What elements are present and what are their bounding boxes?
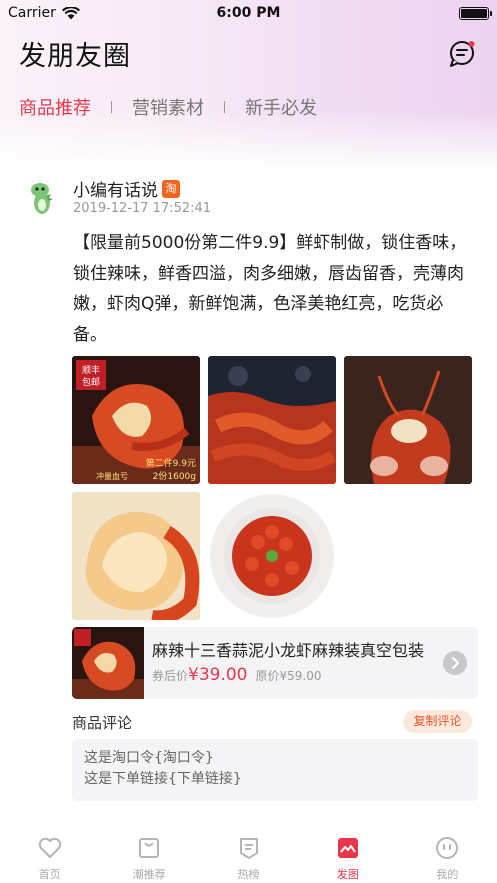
status-bar: Carrier 6:00 PM	[0, 0, 497, 26]
author-name: 小编有话说 淘	[73, 176, 180, 201]
spec-text: 2份1600g	[153, 470, 196, 482]
avatar[interactable]	[20, 176, 62, 218]
promo-text: 第二件9.9元	[146, 457, 196, 469]
author-label: 小编有话说	[73, 181, 158, 201]
original-price-label: 原价	[255, 669, 280, 683]
taobao-badge: 淘	[162, 179, 180, 198]
tab-marketing[interactable]: 营销素材	[132, 94, 204, 120]
image-icon	[337, 838, 358, 858]
badge-text-line1: 顺丰	[82, 364, 100, 376]
message-icon[interactable]	[448, 38, 478, 68]
tab-bar-label: 首页	[38, 868, 61, 881]
tab-divider	[224, 101, 225, 113]
post-timestamp: 2019-12-17 17:52:41	[73, 201, 212, 216]
tab-bar-label: 热榜	[237, 868, 260, 881]
wifi-icon	[61, 6, 80, 19]
product-card[interactable]: 麻辣十三香蒜泥小龙虾麻辣装真空包装 券后价 ¥39.00 原价 ¥59.00	[72, 627, 478, 699]
copy-comment-button[interactable]: 复制评论	[403, 710, 472, 733]
face-icon	[436, 837, 459, 859]
tab-beginner[interactable]: 新手必发	[245, 94, 317, 120]
tab-bar-profile[interactable]: 我的	[398, 826, 497, 883]
product-name: 麻辣十三香蒜泥小龙虾麻辣装真空包装	[152, 641, 425, 660]
original-price: ¥59.00	[279, 669, 322, 683]
tab-recommend[interactable]: 商品推荐	[19, 94, 91, 120]
tab-bar-home[interactable]: 首页	[0, 826, 99, 883]
price-row: 券后价 ¥39.00 原价 ¥59.00	[152, 665, 322, 685]
tab-bar-hot[interactable]: 热榜	[199, 826, 298, 883]
badge-text-line2: 包邮	[82, 376, 100, 388]
comment-box: 这是淘口令{淘口令} 这是下单链接{下单链接}	[72, 739, 478, 801]
tab-bar-post[interactable]: 发图	[298, 826, 397, 883]
coupon-price-label: 券后价	[152, 669, 189, 683]
list-icon	[239, 838, 258, 859]
tab-bar-label: 我的	[436, 868, 459, 881]
comment-section-title: 商品评论	[72, 714, 133, 732]
carrier-label: Carrier	[8, 5, 56, 21]
post-photo-4[interactable]	[72, 492, 200, 620]
post-photo-1[interactable]: 顺丰 包邮 第二件9.9元 2份1600g 冲量血亏	[72, 356, 200, 484]
post-photo-5[interactable]	[208, 492, 336, 620]
coupon-price: ¥39.00	[188, 665, 248, 685]
product-thumbnail	[72, 627, 144, 699]
page-title: 发朋友圈	[19, 41, 131, 72]
heart-icon	[38, 837, 61, 858]
note-text: 冲量血亏	[96, 471, 128, 481]
tab-bar-label: 潮推荐	[132, 868, 166, 881]
tab-bar-label: 发图	[336, 868, 359, 881]
comment-line-1: 这是淘口令{淘口令}	[84, 750, 214, 766]
bottom-tab-bar: 首页 潮推荐 热榜 发图 我的	[0, 826, 497, 883]
post-text: 【限量前5000份第二件9.9】鲜虾制做，锁住香味，锁住辣味，鲜香四溢，肉多细嫩…	[73, 233, 467, 345]
comment-line-2: 这是下单链接{下单链接}	[84, 771, 242, 787]
bag-icon	[139, 838, 160, 858]
chevron-right-icon[interactable]	[443, 651, 467, 675]
battery-icon	[459, 6, 492, 20]
category-tabs: 商品推荐 营销素材 新手必发	[19, 94, 317, 120]
post-photo-2[interactable]	[208, 356, 336, 484]
post-photo-3[interactable]	[344, 356, 472, 484]
tab-bar-trending[interactable]: 潮推荐	[99, 826, 198, 883]
tab-divider	[111, 101, 112, 113]
